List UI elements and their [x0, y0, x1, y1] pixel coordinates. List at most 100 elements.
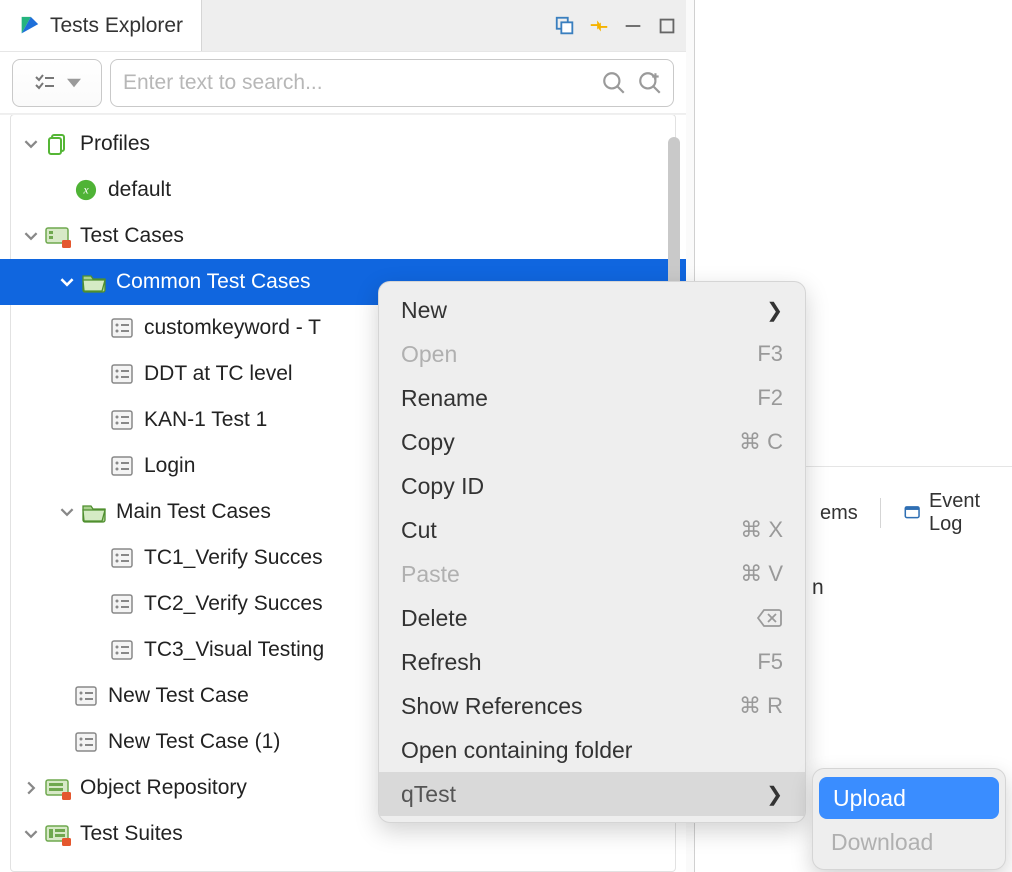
tab-ems-partial[interactable]: ems: [812, 502, 866, 525]
object-repository-icon: [44, 776, 72, 800]
katalon-logo-icon: [18, 15, 40, 37]
menu-label: Open: [401, 341, 457, 368]
tab-label: ems: [820, 502, 858, 525]
menu-label: Copy: [401, 429, 455, 456]
search-toolbar: [0, 52, 686, 114]
tree-label: customkeyword - T: [144, 316, 321, 340]
menu-label: Upload: [833, 785, 906, 812]
menu-shortcut: ⌘ X: [740, 517, 783, 543]
test-case-icon: [108, 316, 136, 340]
tree-label: default: [108, 178, 171, 202]
folder-open-icon: [80, 270, 108, 294]
menu-item-open: Open F3: [379, 332, 805, 376]
panel-title: Tests Explorer: [50, 14, 183, 38]
delete-key-icon: [757, 608, 783, 628]
maximize-icon[interactable]: [656, 15, 678, 37]
menu-shortcut: ⌘ R: [739, 693, 783, 719]
tree-label: Test Cases: [80, 224, 184, 248]
test-case-icon: [108, 546, 136, 570]
dropdown-triangle-icon: [67, 76, 81, 90]
search-plus-icon[interactable]: [637, 70, 663, 96]
menu-label: New: [401, 297, 447, 324]
svg-text:x: x: [82, 183, 89, 197]
sync-arrows-icon[interactable]: [588, 15, 610, 37]
test-case-icon: [108, 362, 136, 386]
submenu-arrow-icon: ❯: [766, 782, 783, 807]
profile-variable-icon: x: [72, 178, 100, 202]
tree-label: Main Test Cases: [116, 500, 271, 524]
menu-item-new[interactable]: New ❯: [379, 288, 805, 332]
menu-shortcut: ⌘ V: [740, 561, 783, 587]
test-case-icon: [108, 454, 136, 478]
search-field-wrap: [110, 59, 674, 107]
tree-label: TC3_Visual Testing: [144, 638, 324, 662]
tree-label: TC2_Verify Succes: [144, 592, 323, 616]
chevron-right-icon[interactable]: [18, 781, 44, 795]
menu-item-copy[interactable]: Copy ⌘ C: [379, 420, 805, 464]
bottom-tabs-fragment: ems Event Log: [812, 489, 1012, 537]
test-case-icon: [72, 684, 100, 708]
tree-label: DDT at TC level: [144, 362, 293, 386]
tree-item-test-cases[interactable]: Test Cases: [0, 213, 686, 259]
test-case-icon: [108, 638, 136, 662]
menu-item-copy-id[interactable]: Copy ID: [379, 464, 805, 508]
submenu-item-download: Download: [813, 821, 1005, 863]
menu-label: Rename: [401, 385, 488, 412]
menu-label: Open containing folder: [401, 737, 632, 764]
folder-open-icon: [80, 500, 108, 524]
profiles-folder-icon: [44, 132, 72, 156]
minimize-icon[interactable]: [622, 15, 644, 37]
chevron-down-icon[interactable]: [18, 827, 44, 841]
test-cases-root-icon: [44, 224, 72, 248]
menu-shortcut: F3: [757, 341, 783, 367]
menu-item-refresh[interactable]: Refresh F5: [379, 640, 805, 684]
menu-label: Show References: [401, 693, 583, 720]
tree-item-default-profile[interactable]: x default: [0, 167, 686, 213]
text-fragment-n: n: [812, 576, 824, 600]
submenu-item-upload[interactable]: Upload: [819, 777, 999, 819]
tests-explorer-tab[interactable]: Tests Explorer: [0, 0, 202, 51]
filter-dropdown-button[interactable]: [12, 59, 102, 107]
tree-label: Profiles: [80, 132, 150, 156]
tree-label: KAN-1 Test 1: [144, 408, 267, 432]
submenu-arrow-icon: ❯: [766, 298, 783, 323]
link-editor-icon[interactable]: [554, 15, 576, 37]
menu-item-delete[interactable]: Delete: [379, 596, 805, 640]
menu-item-paste: Paste ⌘ V: [379, 552, 805, 596]
chevron-down-icon[interactable]: [18, 137, 44, 151]
menu-item-show-references[interactable]: Show References ⌘ R: [379, 684, 805, 728]
tree-label: Login: [144, 454, 195, 478]
tree-label: New Test Case (1): [108, 730, 280, 754]
tab-divider: [880, 498, 881, 528]
tab-label: Event Log: [929, 490, 1004, 536]
menu-label: Paste: [401, 561, 460, 588]
search-icon[interactable]: [601, 70, 627, 96]
event-log-icon: [903, 502, 921, 524]
menu-item-rename[interactable]: Rename F2: [379, 376, 805, 420]
test-suites-root-icon: [44, 822, 72, 846]
test-case-icon: [108, 592, 136, 616]
menu-item-qtest[interactable]: qTest ❯: [379, 772, 805, 816]
search-input[interactable]: [121, 70, 593, 96]
tab-event-log[interactable]: Event Log: [895, 490, 1012, 536]
menu-item-open-folder[interactable]: Open containing folder: [379, 728, 805, 772]
panel-tab-bar: Tests Explorer: [0, 0, 686, 52]
tree-label: Common Test Cases: [116, 270, 311, 294]
panel-toolbar-icons: [554, 0, 678, 51]
tree-label: New Test Case: [108, 684, 249, 708]
menu-label: Delete: [401, 605, 467, 632]
chevron-down-icon[interactable]: [18, 229, 44, 243]
chevron-down-icon[interactable]: [54, 275, 80, 289]
menu-label: Cut: [401, 517, 437, 544]
chevron-down-icon[interactable]: [54, 505, 80, 519]
menu-shortcut: ⌘ C: [739, 429, 783, 455]
menu-shortcut: F2: [757, 385, 783, 411]
tree-item-profiles[interactable]: Profiles: [0, 121, 686, 167]
tree-label: Object Repository: [80, 776, 247, 800]
menu-label: Copy ID: [401, 473, 484, 500]
menu-item-cut[interactable]: Cut ⌘ X: [379, 508, 805, 552]
menu-label: Download: [831, 829, 933, 856]
tree-label: TC1_Verify Succes: [144, 546, 323, 570]
menu-label: qTest: [401, 781, 456, 808]
workspace: Tests Explorer: [0, 0, 1012, 872]
